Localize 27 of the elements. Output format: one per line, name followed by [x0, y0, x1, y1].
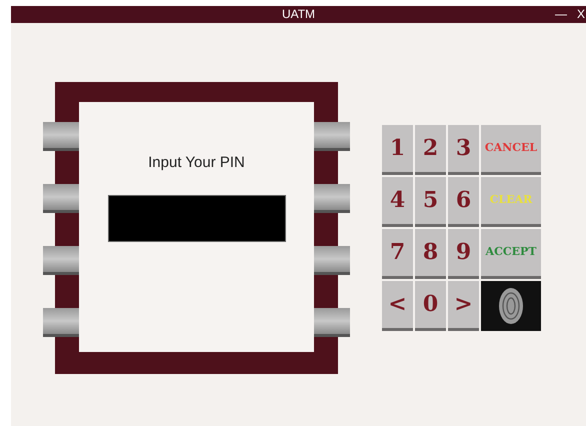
keypad-key[interactable]: 3: [448, 125, 479, 175]
keypad-key[interactable]: 6: [448, 177, 479, 227]
side-key[interactable]: [314, 246, 350, 275]
window-title: UATM: [282, 6, 316, 23]
side-key[interactable]: [43, 246, 79, 275]
side-key[interactable]: [314, 122, 350, 151]
pin-prompt: Input Your PIN: [148, 153, 245, 173]
pin-input-field[interactable]: [108, 194, 286, 242]
keypad-key[interactable]: >: [448, 281, 479, 331]
keypad-key[interactable]: 4: [382, 177, 413, 227]
keypad-key[interactable]: 5: [415, 177, 446, 227]
close-button[interactable]: X: [576, 6, 585, 23]
keypad-key[interactable]: 0: [415, 281, 446, 331]
side-key[interactable]: [43, 184, 79, 213]
keypad-key[interactable]: 8: [415, 229, 446, 279]
side-key[interactable]: [314, 184, 350, 213]
side-key[interactable]: [314, 308, 350, 337]
side-key[interactable]: [43, 122, 79, 151]
keypad-key[interactable]: 9: [448, 229, 479, 279]
fingerprint-icon: [497, 286, 525, 326]
minimize-button[interactable]: —: [554, 6, 567, 23]
side-key[interactable]: [43, 308, 79, 337]
fingerprint-button[interactable]: [481, 281, 541, 331]
keypad-key[interactable]: 7: [382, 229, 413, 279]
keypad-key[interactable]: 2: [415, 125, 446, 175]
keypad-key[interactable]: 1: [382, 125, 413, 175]
keypad-key[interactable]: <: [382, 281, 413, 331]
